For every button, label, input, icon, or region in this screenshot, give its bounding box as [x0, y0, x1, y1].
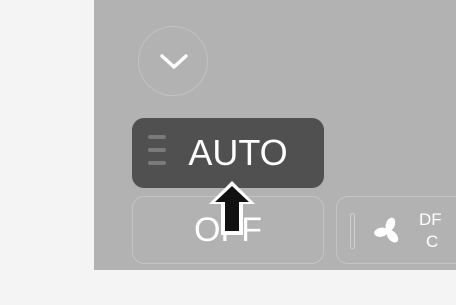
defrost-status-indicator: [350, 213, 355, 249]
defrost-label-line2: C: [426, 232, 439, 251]
fan-icon: [374, 217, 399, 243]
collapse-button[interactable]: [138, 26, 208, 96]
climate-control-panel: AUTO OFF DF C: [94, 0, 456, 270]
left-margin: [0, 0, 94, 305]
up-arrow-icon: [209, 181, 255, 235]
chevron-down-icon: [160, 54, 188, 69]
bottom-margin: [0, 270, 456, 305]
defrost-label-line1: DF: [419, 210, 442, 229]
defrost-button[interactable]: DF C: [336, 196, 456, 264]
defrost-button-label: DF C: [419, 209, 442, 253]
